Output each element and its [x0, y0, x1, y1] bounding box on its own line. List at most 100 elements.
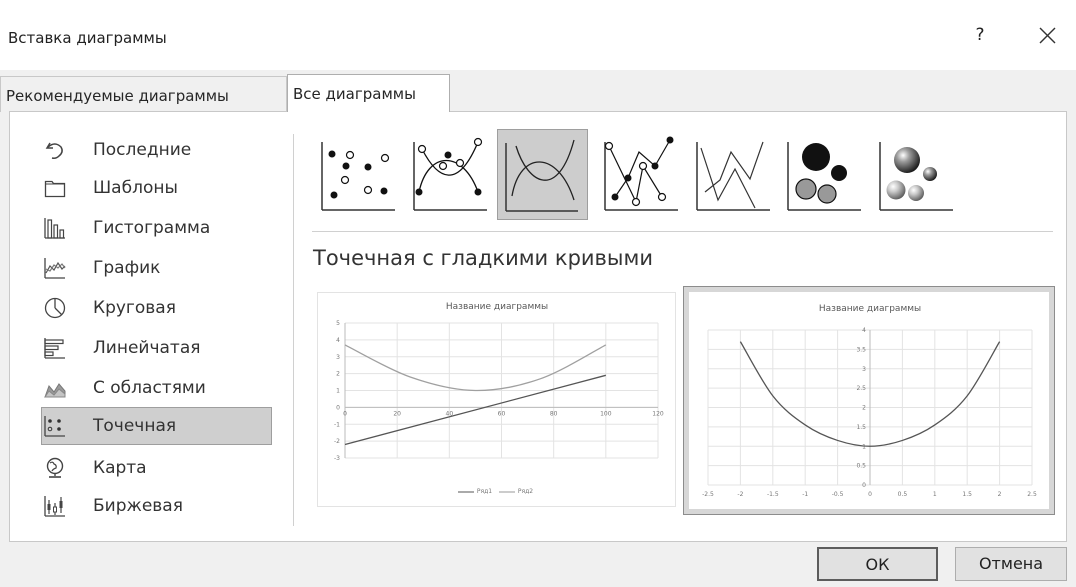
sidebar-item-bar[interactable]: Линейчатая [41, 329, 272, 367]
chart-preview-2[interactable]: Название диаграммы 4 3.5 3 2.5 2 1.5 1 0.5 0 -2.5… [683, 286, 1055, 515]
subtype-scatter-straight-lines[interactable] [691, 130, 779, 218]
y-tick-label: 1.5 [856, 424, 866, 431]
sidebar-item-scatter[interactable]: Точечная [41, 407, 272, 445]
legend-line-icon [499, 491, 515, 492]
scatter-straight-lines-icon [696, 141, 770, 211]
y-tick-label: 2.5 [856, 385, 866, 392]
help-button[interactable]: ? [968, 25, 992, 45]
bubble-icon [787, 142, 861, 211]
x-tick-label: 1.5 [962, 491, 972, 498]
preview-plot-area: 543210-1-2-30 20 40 60 80 100 120 [334, 320, 664, 462]
series-line-1 [344, 374, 606, 446]
sidebar-item-stock[interactable]: Биржевая [41, 487, 272, 525]
sidebar-item-recent[interactable]: Последние [41, 131, 272, 169]
y-tick-label: 4 [336, 337, 340, 344]
y-tick-label: 3 [862, 366, 866, 373]
subtype-bubble[interactable] [782, 130, 870, 218]
sidebar-item-label: Круговая [93, 298, 176, 318]
sidebar-item-area[interactable]: С областями [41, 369, 272, 407]
chart-preview-1[interactable]: Название диаграммы 5 4 3 2 1 0 -1 -2 -3 0 20 40 60 80… [317, 292, 676, 507]
x-tick-label: 0 [868, 491, 872, 498]
x-tick-label: 0 [343, 410, 347, 417]
subtype-bubble-3d[interactable] [874, 130, 962, 218]
y-tick-label: -1 [334, 421, 340, 428]
sidebar-item-line[interactable]: График [41, 249, 272, 287]
sidebar-item-label: Последние [93, 140, 192, 160]
x-tick-label: 20 [393, 410, 401, 417]
scatter-chart-icon [44, 416, 65, 437]
sidebar-item-templates[interactable]: Шаблоны [41, 169, 272, 207]
cancel-button[interactable]: Отмена [955, 547, 1067, 581]
gallery-divider [312, 231, 1053, 232]
x-tick-label: 60 [498, 410, 506, 417]
scatter-markers-icon [321, 142, 395, 211]
sidebar-item-label: График [93, 258, 161, 278]
y-tick-label: 1 [336, 388, 340, 395]
sidebar-item-label: Шаблоны [93, 178, 178, 198]
y-tick-label: -3 [334, 455, 340, 462]
line-chart-icon [44, 258, 66, 279]
y-tick-label: 5 [336, 320, 340, 327]
sidebar-item-label: Точечная [93, 416, 177, 436]
scatter-smooth-lines-icon [505, 139, 578, 212]
y-tick-label: 3.5 [856, 346, 866, 353]
legend-label: Ряд2 [517, 488, 534, 495]
column-chart-icon [44, 218, 65, 239]
series-line-2 [344, 344, 607, 392]
x-tick-label: 0.5 [898, 491, 908, 498]
chart-subtype-title: Точечная с гладкими кривыми [313, 246, 653, 270]
stock-chart-icon [44, 496, 65, 517]
dialog-title: Вставка диаграммы [8, 29, 167, 47]
x-tick-label: -0.5 [832, 491, 844, 498]
x-tick-label: 100 [600, 410, 612, 417]
legend-label: Ряд1 [476, 488, 493, 495]
preview-plot-area: 43.532.521.510.50-2.5 -2 -1.5 -1 -0.5 0 0.5 1 1.… [702, 327, 1037, 498]
y-tick-label: 2 [336, 371, 340, 378]
sidebar-item-label: Биржевая [93, 496, 183, 516]
subtype-scatter-smooth-markers[interactable] [408, 130, 496, 218]
y-tick-label: 3 [336, 354, 340, 361]
x-tick-label: -1 [802, 491, 808, 498]
area-chart-icon [44, 383, 66, 398]
ok-button[interactable]: ОК [817, 547, 938, 581]
bar-chart-icon [44, 338, 65, 359]
y-tick-label: 0.5 [856, 463, 866, 470]
subtype-scatter-markers[interactable] [316, 130, 404, 218]
folder-icon [44, 180, 66, 198]
sidebar-item-label: Карта [93, 458, 147, 478]
sidebar-item-pie[interactable]: Круговая [41, 289, 272, 327]
x-tick-label: -1.5 [767, 491, 779, 498]
recent-icon [45, 142, 63, 159]
close-button[interactable] [1030, 18, 1064, 52]
x-tick-label: 80 [550, 410, 558, 417]
y-tick-label: 0 [336, 404, 340, 411]
y-tick-label: -2 [334, 438, 340, 445]
x-tick-label: 2.5 [1027, 491, 1037, 498]
subtype-scatter-straight-markers[interactable] [599, 130, 687, 218]
sidebar-item-map[interactable]: Карта [41, 449, 272, 487]
map-icon [46, 457, 64, 478]
sidebar-divider [293, 134, 294, 526]
x-tick-label: 1 [933, 491, 937, 498]
tab-all-charts[interactable]: Все диаграммы [287, 74, 450, 112]
sidebar-item-column[interactable]: Гистограмма [41, 209, 272, 247]
subtype-scatter-smooth-lines[interactable] [497, 129, 588, 220]
legend-item-series-2: Ряд2 [498, 488, 533, 495]
scatter-straight-markers-icon [604, 136, 678, 211]
x-tick-label: 120 [652, 410, 664, 417]
pie-chart-icon [44, 297, 66, 319]
close-icon [1039, 27, 1056, 44]
legend-item-series-1: Ряд1 [457, 488, 492, 495]
legend-line-icon [458, 491, 474, 492]
sidebar-item-label: Гистограмма [93, 218, 211, 238]
y-tick-label: 0 [862, 482, 866, 489]
x-tick-label: -2.5 [702, 491, 714, 498]
sidebar-item-label: С областями [93, 378, 206, 398]
sidebar-item-label: Линейчатая [93, 338, 201, 358]
title-bar: Вставка диаграммы ? [0, 0, 1076, 70]
bubble-3d-icon [879, 142, 953, 211]
y-tick-label: 2 [862, 405, 866, 412]
tab-recommended-charts[interactable]: Рекомендуемые диаграммы [0, 76, 287, 112]
y-tick-label: 4 [862, 327, 866, 334]
x-tick-label: 2 [998, 491, 1002, 498]
